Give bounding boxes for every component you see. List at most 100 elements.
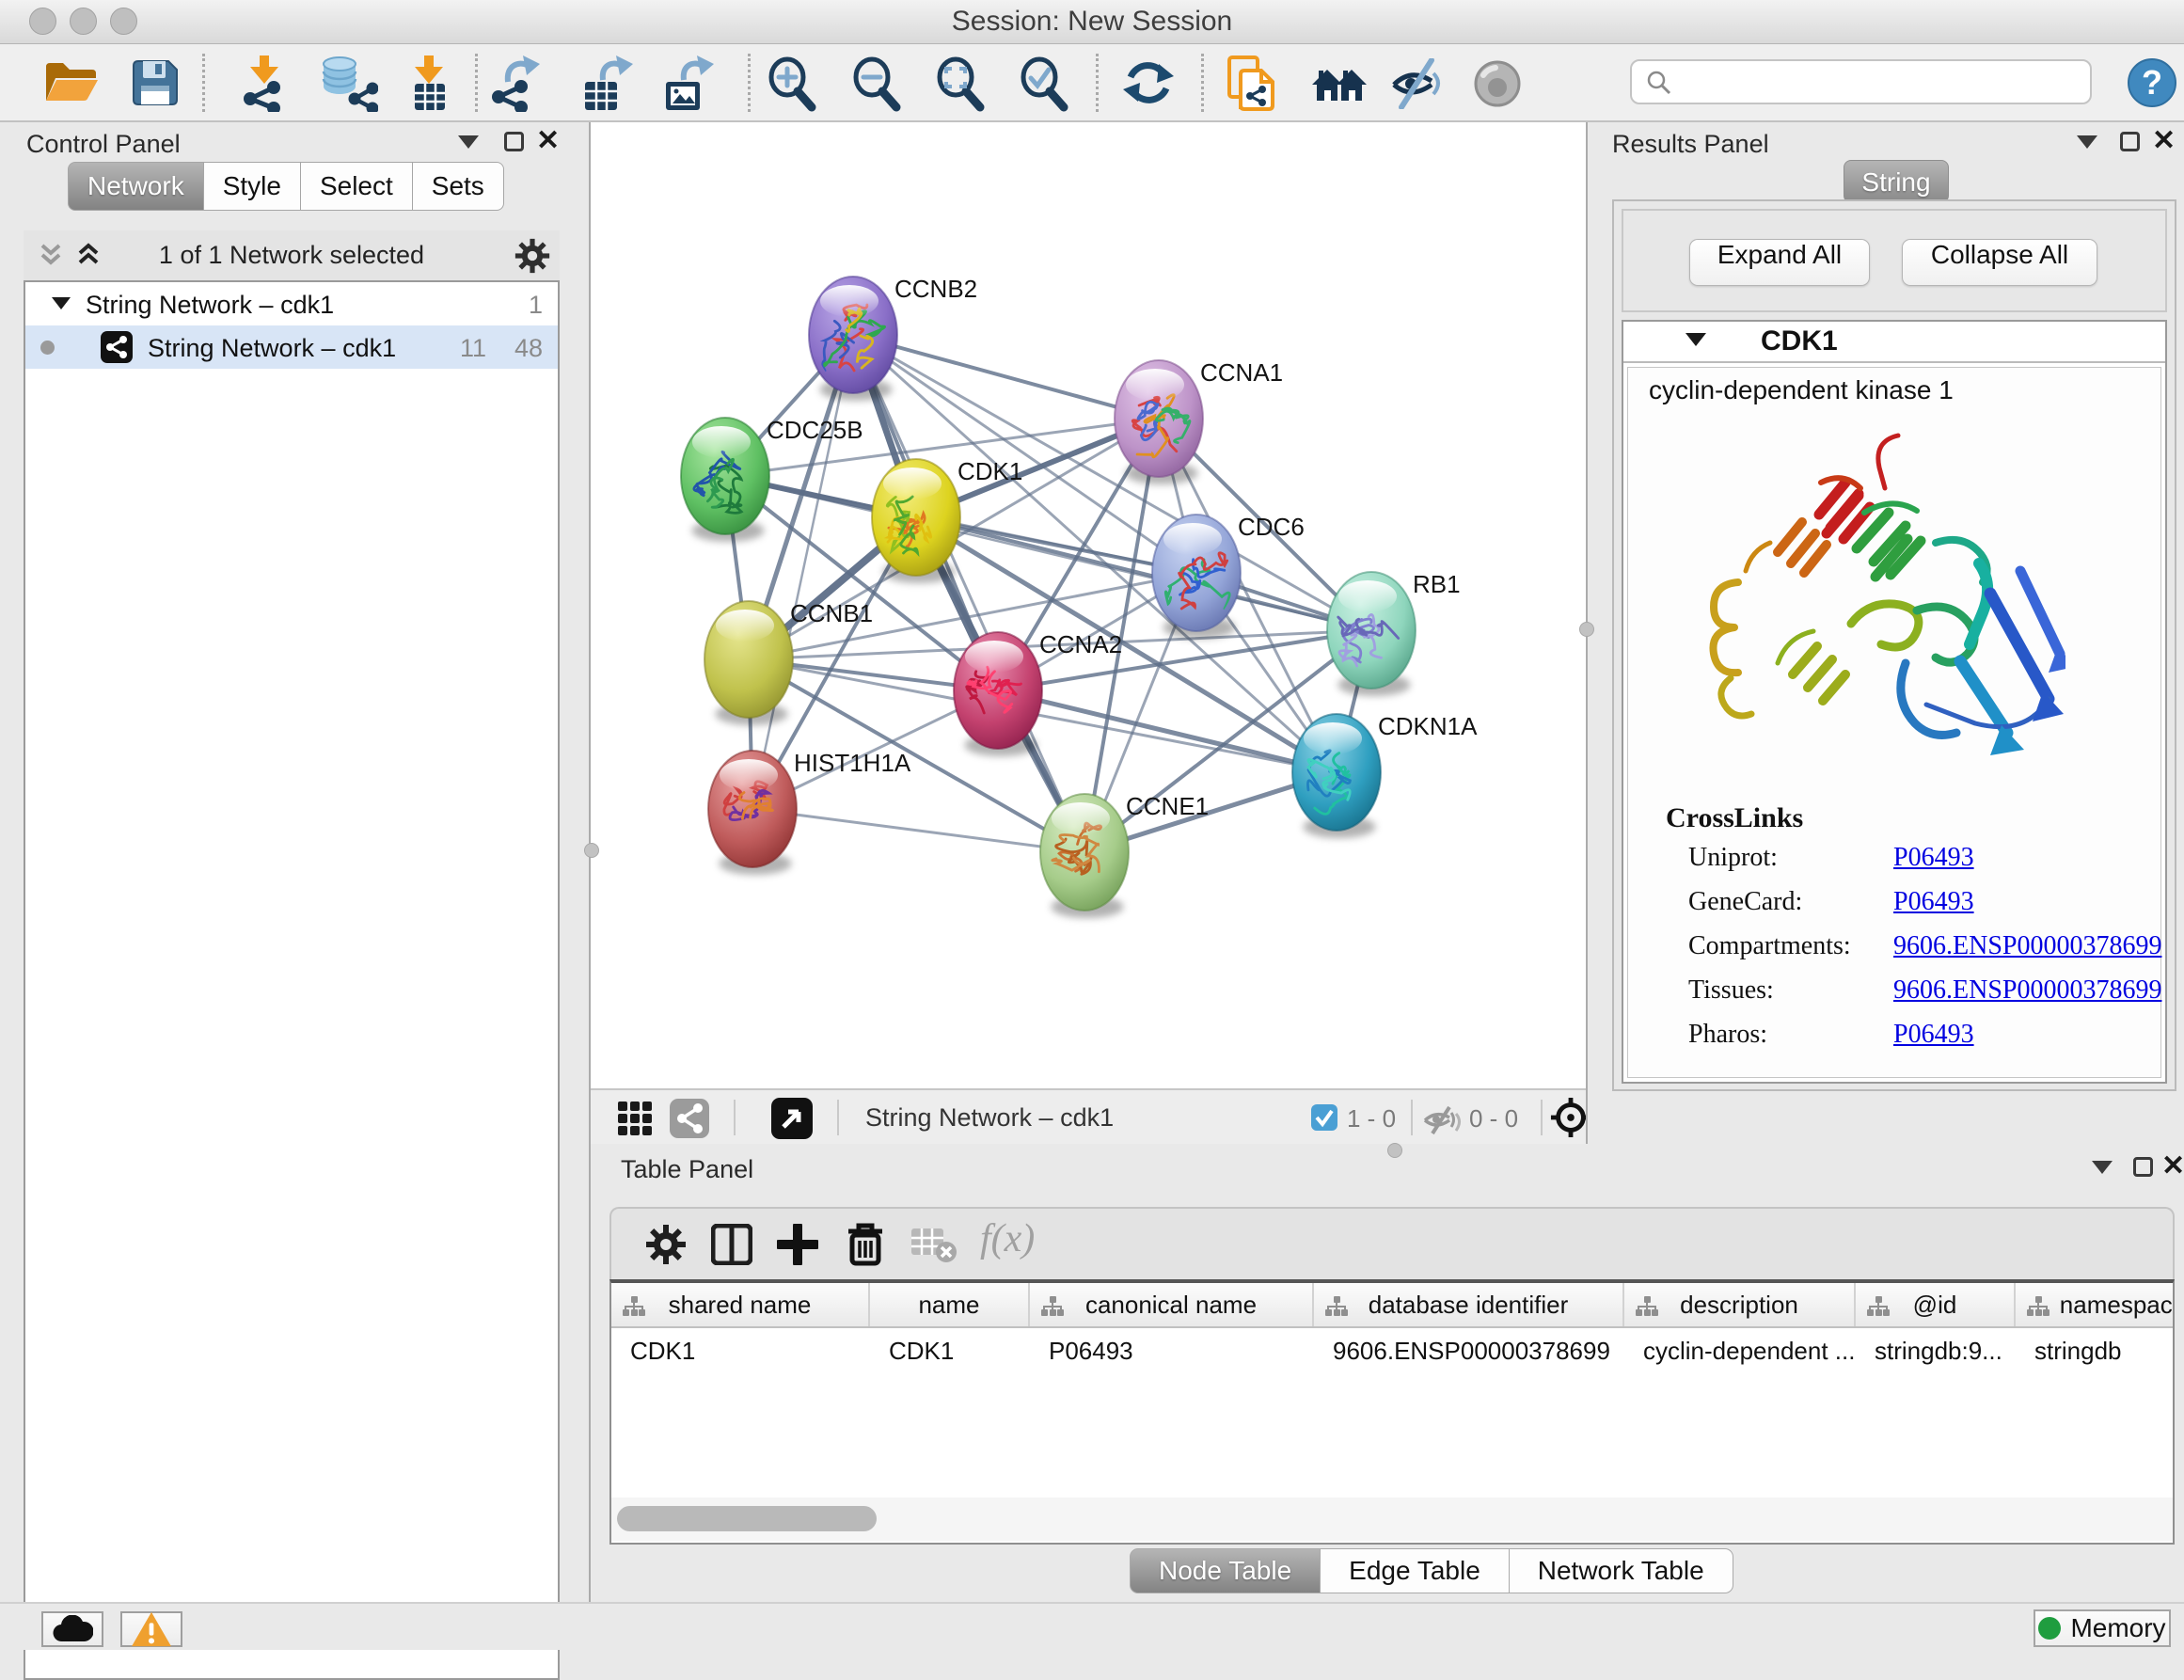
- table-panel-close-icon[interactable]: ✕: [2161, 1152, 2184, 1181]
- collapse-all-button[interactable]: Collapse All: [1902, 239, 2097, 286]
- column-header-@id[interactable]: @id: [1856, 1283, 2016, 1326]
- tab-network[interactable]: Network: [68, 162, 204, 211]
- column-header-canonical-name[interactable]: canonical name: [1030, 1283, 1314, 1326]
- network-node-CCNB1[interactable]: [704, 601, 793, 725]
- column-header-database-identifier[interactable]: database identifier: [1314, 1283, 1624, 1326]
- search-input[interactable]: [1630, 59, 2092, 104]
- table-hscrollbar-thumb[interactable]: [617, 1506, 877, 1531]
- results-panel-float-icon[interactable]: [2120, 132, 2140, 151]
- results-panel-close-icon[interactable]: ✕: [2152, 127, 2176, 155]
- tab-network-table[interactable]: Network Table: [1509, 1548, 1733, 1593]
- network-node-CCNB2[interactable]: [809, 277, 897, 401]
- table-cell[interactable]: CDK1: [870, 1328, 1030, 1373]
- network-edge-CCNA2-CDKN1A[interactable]: [998, 690, 1337, 772]
- table-hscrollbar[interactable]: [611, 1498, 2173, 1541]
- results-panel-menu-icon[interactable]: [2077, 135, 2097, 149]
- table-cell[interactable]: P06493: [1030, 1328, 1314, 1373]
- network-node-CDKN1A[interactable]: [1292, 714, 1381, 838]
- column-header-namespace[interactable]: namespace: [2016, 1283, 2175, 1326]
- open-file-icon[interactable]: [44, 57, 99, 113]
- hide-selected-icon[interactable]: [1390, 58, 1445, 114]
- save-session-icon[interactable]: [129, 57, 182, 113]
- table-cell[interactable]: stringdb: [2016, 1328, 2175, 1373]
- memory-button[interactable]: Memory: [2034, 1609, 2171, 1647]
- zoom-fit-icon[interactable]: [933, 55, 986, 117]
- protein-section-header[interactable]: CDK1: [1623, 322, 2165, 363]
- horizontal-splitter-handle[interactable]: [1387, 1143, 1402, 1158]
- tab-style[interactable]: Style: [203, 162, 301, 211]
- shared-column-icon: [2027, 1294, 2049, 1323]
- control-panel-float-icon[interactable]: [504, 132, 524, 151]
- selected-checkbox-icon[interactable]: [1311, 1104, 1337, 1135]
- crosslink-link[interactable]: P06493: [1893, 843, 1974, 873]
- crosslink-link[interactable]: P06493: [1893, 887, 1974, 917]
- tab-select[interactable]: Select: [300, 162, 413, 211]
- tab-string[interactable]: String: [1844, 160, 1949, 203]
- export-table-icon[interactable]: [580, 55, 635, 117]
- zoom-selected-icon[interactable]: [1017, 55, 1069, 117]
- column-header-shared-name[interactable]: shared name: [611, 1283, 870, 1326]
- network-node-CCNA1[interactable]: [1115, 360, 1203, 484]
- network-edge-CCNB2-HIST1H1A[interactable]: [752, 335, 853, 809]
- add-column-icon[interactable]: [777, 1224, 818, 1270]
- left-splitter-handle[interactable]: [584, 843, 599, 858]
- network-options-gear-icon[interactable]: [514, 238, 550, 278]
- refresh-layout-icon[interactable]: [1122, 56, 1175, 114]
- shared-column-icon: [1867, 1294, 1890, 1323]
- warning-button[interactable]: [120, 1611, 182, 1647]
- network-share-view-icon[interactable]: [670, 1099, 709, 1143]
- show-graphics-details-icon[interactable]: [1471, 57, 1524, 115]
- table-cell[interactable]: CDK1: [611, 1328, 870, 1373]
- grid-view-icon[interactable]: [617, 1101, 653, 1141]
- table-panel-float-icon[interactable]: [2133, 1157, 2153, 1177]
- cloud-button[interactable]: [41, 1611, 103, 1647]
- crosslink-link[interactable]: 9606.ENSP00000378699: [1893, 931, 2161, 961]
- expand-all-button[interactable]: Expand All: [1689, 239, 1870, 286]
- zoom-in-icon[interactable]: [765, 55, 817, 117]
- crosslink-link[interactable]: 9606.ENSP00000378699: [1893, 975, 2161, 1006]
- network-view-canvas[interactable]: CCNB2CCNA1CDC25BCDK1CDC6RB1CCNB1CCNA2CDK…: [591, 122, 1586, 1088]
- network-node-CDC6[interactable]: [1152, 515, 1241, 639]
- right-splitter-handle[interactable]: [1579, 622, 1594, 637]
- control-panel-menu-icon[interactable]: [458, 135, 479, 149]
- export-network-icon[interactable]: [487, 55, 542, 117]
- import-network-file-icon[interactable]: [238, 55, 293, 117]
- table-row[interactable]: CDK1CDK1P064939606.ENSP00000378699cyclin…: [611, 1328, 2173, 1373]
- table-panel: Table Panel ✕ f(x) shared namenamecanoni…: [591, 1144, 2184, 1602]
- tab-edge-table[interactable]: Edge Table: [1320, 1548, 1510, 1593]
- table-cell[interactable]: 9606.ENSP00000378699: [1314, 1328, 1624, 1373]
- export-image-icon[interactable]: [661, 55, 716, 117]
- birdseye-view-icon[interactable]: [771, 1098, 813, 1144]
- network-node-HIST1H1A[interactable]: [708, 751, 797, 875]
- network-node-CDC25B[interactable]: [681, 418, 769, 542]
- show-column-icon[interactable]: [711, 1224, 752, 1270]
- network-node-label: CCNE1: [1126, 792, 1209, 820]
- table-cell[interactable]: cyclin-dependent ...: [1624, 1328, 1856, 1373]
- help-icon[interactable]: ?: [2127, 57, 2177, 113]
- delete-column-trash-icon[interactable]: [845, 1222, 886, 1272]
- hidden-eye-icon[interactable]: [1422, 1105, 1462, 1140]
- protein-expander-icon[interactable]: [1685, 333, 1706, 346]
- delete-table-icon[interactable]: [910, 1228, 957, 1268]
- home-icon[interactable]: [1311, 61, 1368, 109]
- function-builder-icon[interactable]: f(x): [980, 1216, 1035, 1261]
- network-node-RB1[interactable]: [1327, 572, 1416, 696]
- network-row[interactable]: String Network – cdk1 11 48: [25, 325, 558, 369]
- control-panel-close-icon[interactable]: ✕: [536, 127, 560, 155]
- network-edge-HIST1H1A-CCNE1[interactable]: [752, 809, 1084, 852]
- tab-node-table[interactable]: Node Table: [1130, 1548, 1321, 1593]
- copy-network-icon[interactable]: [1227, 55, 1279, 118]
- network-collection-row[interactable]: String Network – cdk1 1: [25, 282, 558, 325]
- column-header-description[interactable]: description: [1624, 1283, 1856, 1326]
- zoom-out-icon[interactable]: [849, 55, 902, 117]
- column-header-name[interactable]: name: [870, 1283, 1030, 1326]
- network-node-CCNE1[interactable]: [1040, 794, 1129, 918]
- table-cell[interactable]: stringdb:9...: [1856, 1328, 2016, 1373]
- tab-sets[interactable]: Sets: [412, 162, 504, 211]
- table-panel-menu-icon[interactable]: [2092, 1161, 2113, 1174]
- import-table-file-icon[interactable]: [403, 55, 457, 117]
- collection-expander-icon[interactable]: [52, 297, 71, 309]
- crosslink-link[interactable]: P06493: [1893, 1020, 1974, 1050]
- table-settings-gear-icon[interactable]: [645, 1224, 687, 1270]
- import-network-database-icon[interactable]: [320, 55, 378, 117]
